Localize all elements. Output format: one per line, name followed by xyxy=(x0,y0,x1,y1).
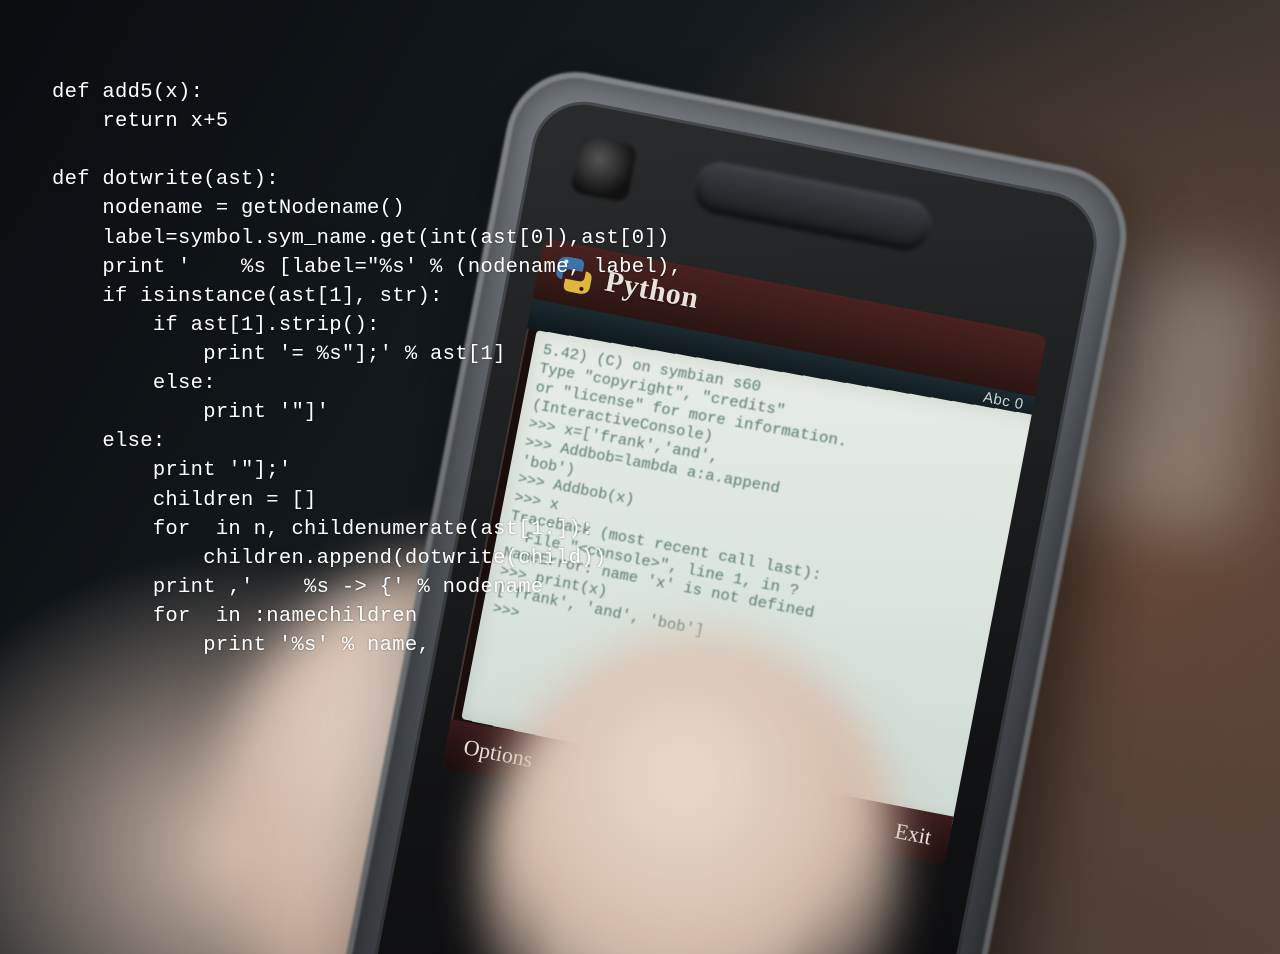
overlay-python-code: def add5(x): return x+5 def dotwrite(ast… xyxy=(52,78,682,660)
photo-scene: Python Abc 0 5.42) (C) on symbian s60 Ty… xyxy=(0,0,1280,954)
